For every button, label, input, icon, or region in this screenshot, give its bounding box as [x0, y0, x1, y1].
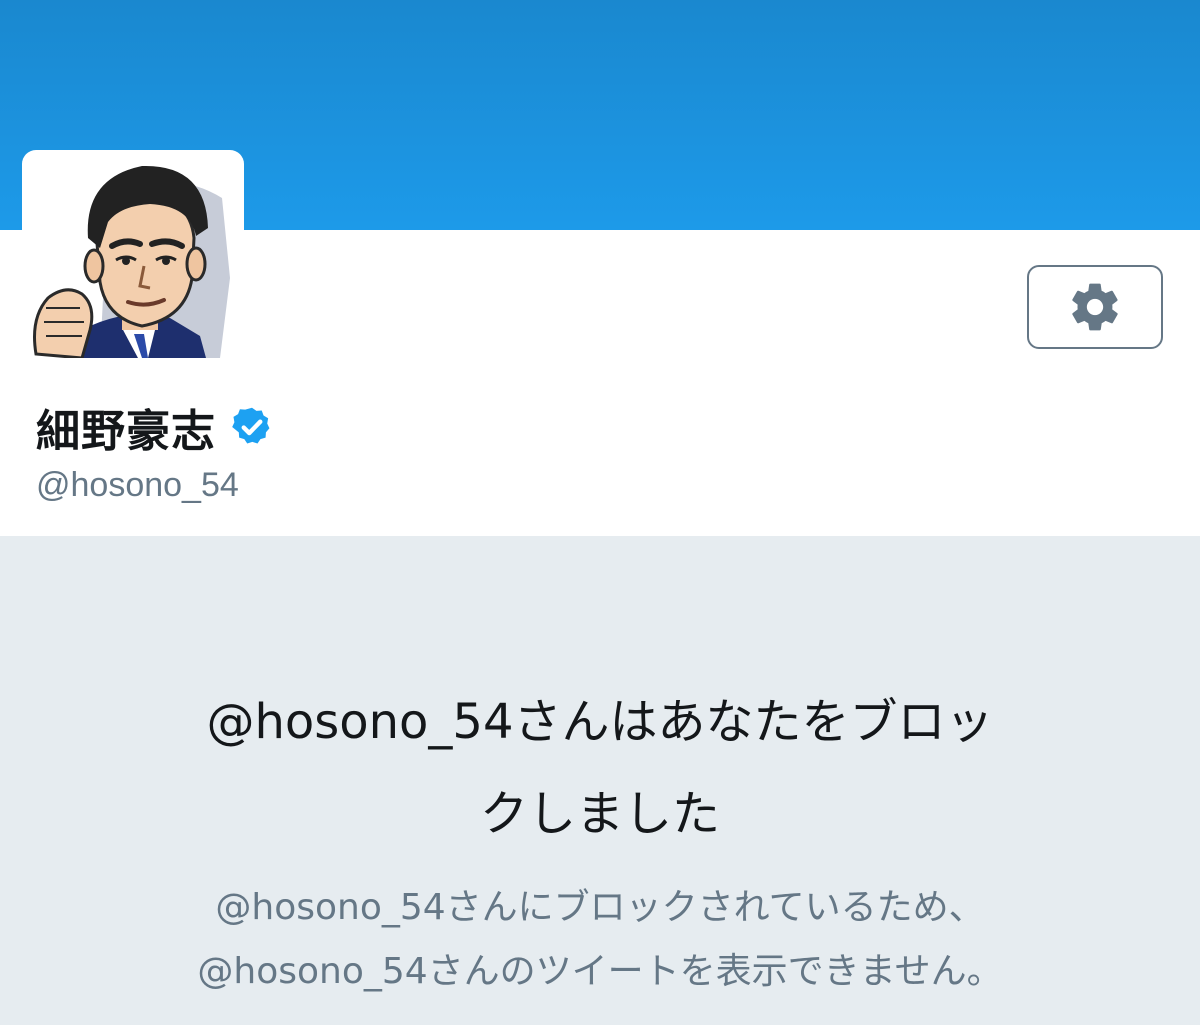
verified-badge-icon	[232, 407, 270, 444]
settings-button[interactable]	[1027, 265, 1163, 349]
handle: @hosono_54	[36, 466, 239, 504]
gear-icon	[1072, 283, 1118, 331]
blocked-subtitle-line: @hosono_54さんのツイートを表示できません。	[197, 951, 1003, 992]
avatar[interactable]	[30, 158, 236, 358]
display-name: 細野豪志	[36, 396, 274, 458]
blocked-title-line: @hosono_54さんはあなたをブロッ	[206, 694, 994, 750]
avatar-illustration	[33, 165, 230, 358]
blocked-title: @hosono_54さんはあなたをブロッ クしました	[60, 676, 1140, 860]
blocked-title-line: クしました	[479, 786, 720, 842]
display-name-text: 細野豪志	[36, 406, 216, 457]
blocked-subtitle: @hosono_54さんにブロックされているため、 @hosono_54さんのツ…	[60, 876, 1140, 1004]
blocked-subtitle-line: @hosono_54さんにブロックされているため、	[215, 887, 985, 928]
